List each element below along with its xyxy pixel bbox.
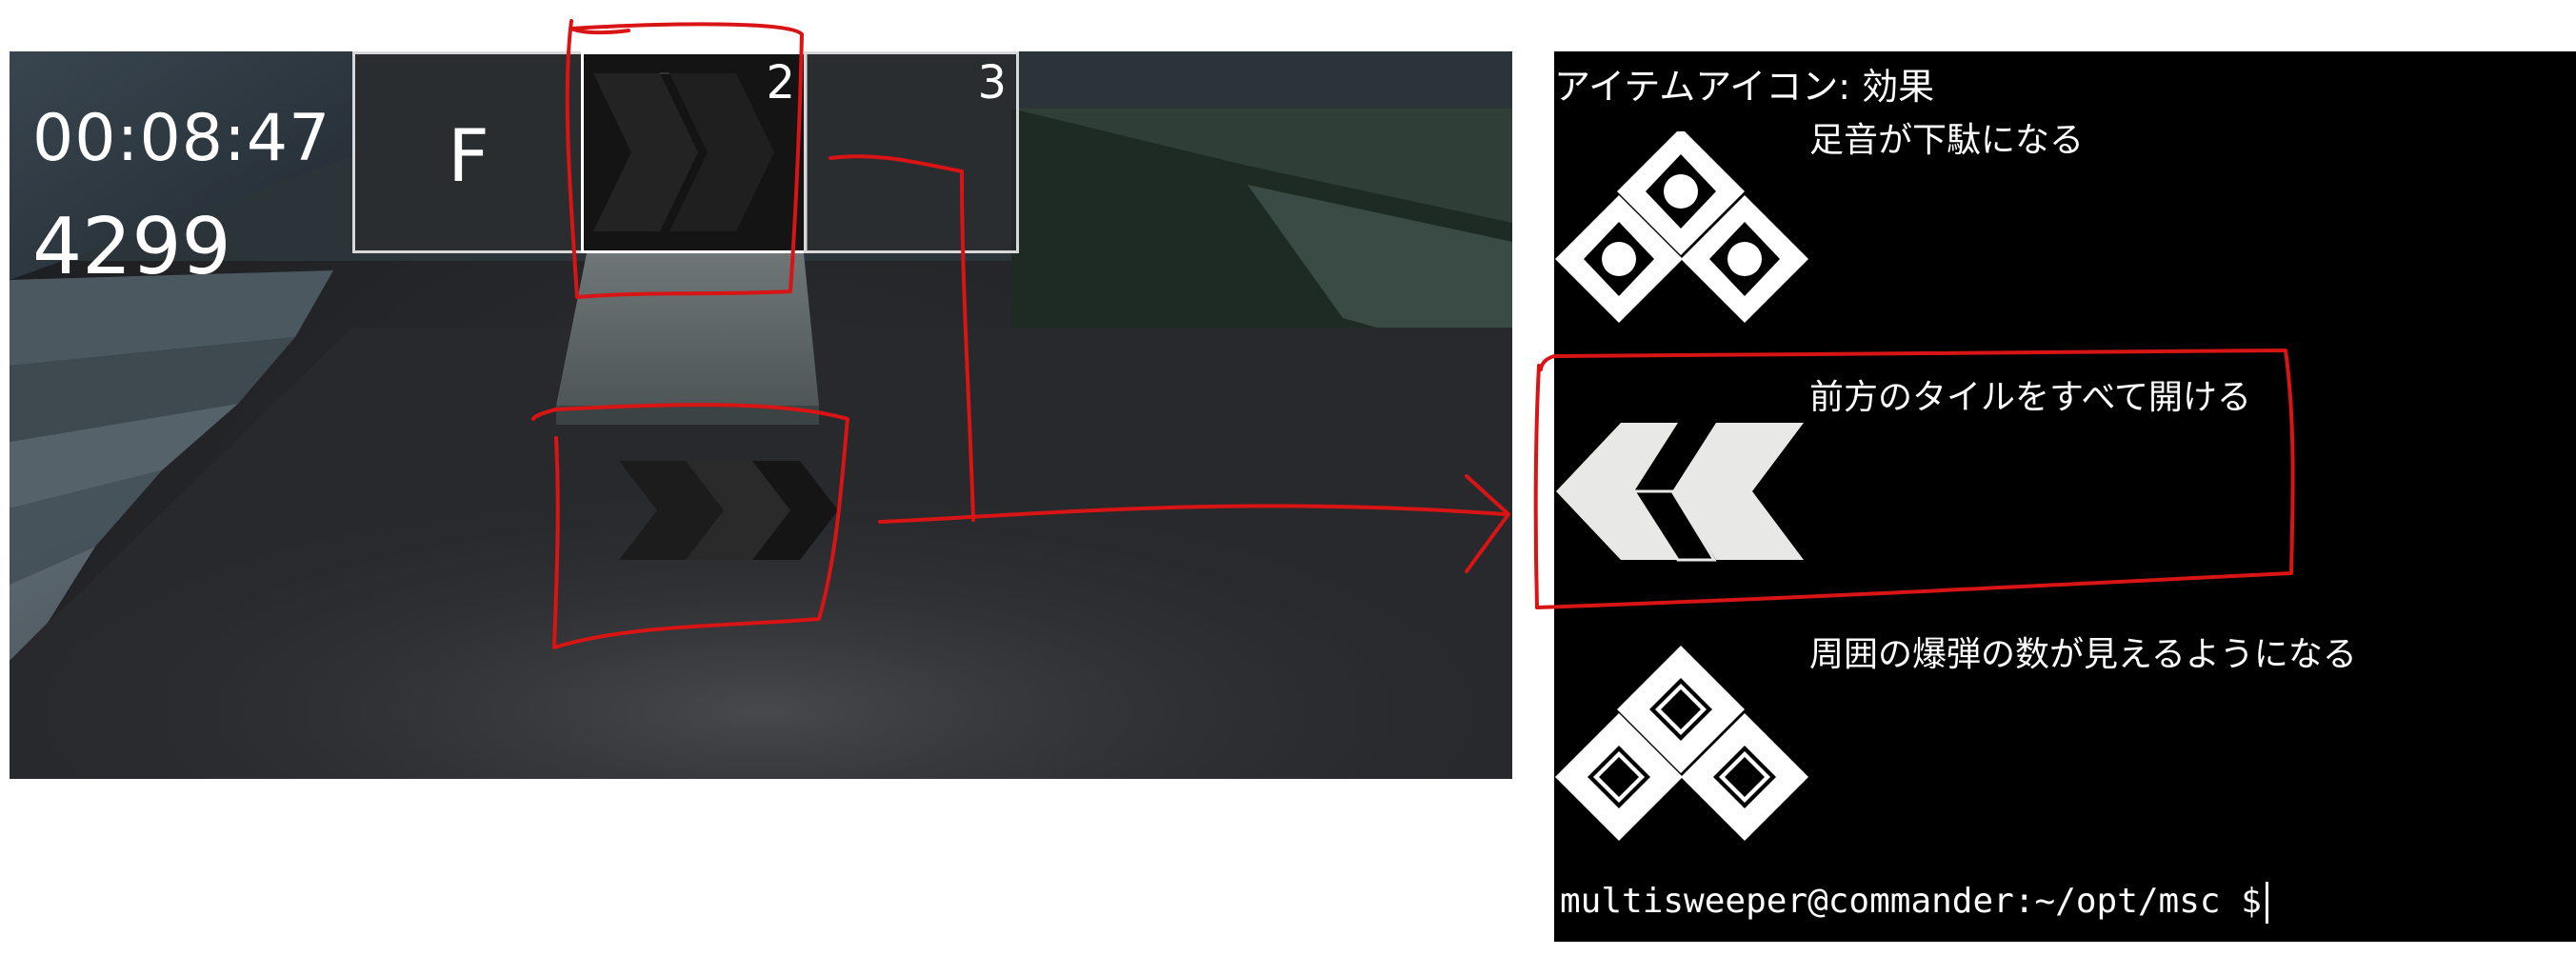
text-cursor — [2265, 882, 2268, 924]
item-slot-3[interactable]: 3 — [804, 51, 1019, 253]
stone-platform — [556, 253, 819, 406]
stone-platform-edge — [556, 406, 819, 425]
game-viewport[interactable]: 00:08:47 4299 F 2 3 — [10, 51, 1512, 779]
diamond-outline-icon — [1555, 646, 1808, 841]
terminal-prompt[interactable]: multisweeper@commander:~/opt/msc $ — [1560, 882, 2268, 924]
diamond-dots-icon — [1555, 131, 1808, 323]
slot-number: 3 — [977, 56, 1007, 110]
timer: 00:08:47 — [32, 101, 331, 176]
item-effect-description: 前方のタイルをすべて開ける — [1809, 378, 2252, 417]
terminal-window[interactable]: アイテムアイコン: 効果 足音が下駄になる 前方のタイルをすべて開ける 周囲の爆… — [1554, 51, 2576, 942]
chevron-left-icon — [1556, 423, 1804, 562]
item-slot-2[interactable]: 2 — [581, 51, 808, 253]
terminal-header: アイテムアイコン: 効果 — [1554, 66, 1935, 108]
score: 4299 — [32, 202, 231, 292]
item-effect-description: 周囲の爆弾の数が見えるようになる — [1809, 635, 2357, 674]
slot-label: F — [448, 113, 489, 198]
slot-number: 2 — [766, 56, 795, 110]
prompt-text: multisweeper@commander:~/opt/msc $ — [1560, 882, 2262, 921]
item-slot-f[interactable]: F — [352, 51, 585, 253]
item-effect-description: 足音が下駄になる — [1809, 121, 2085, 160]
